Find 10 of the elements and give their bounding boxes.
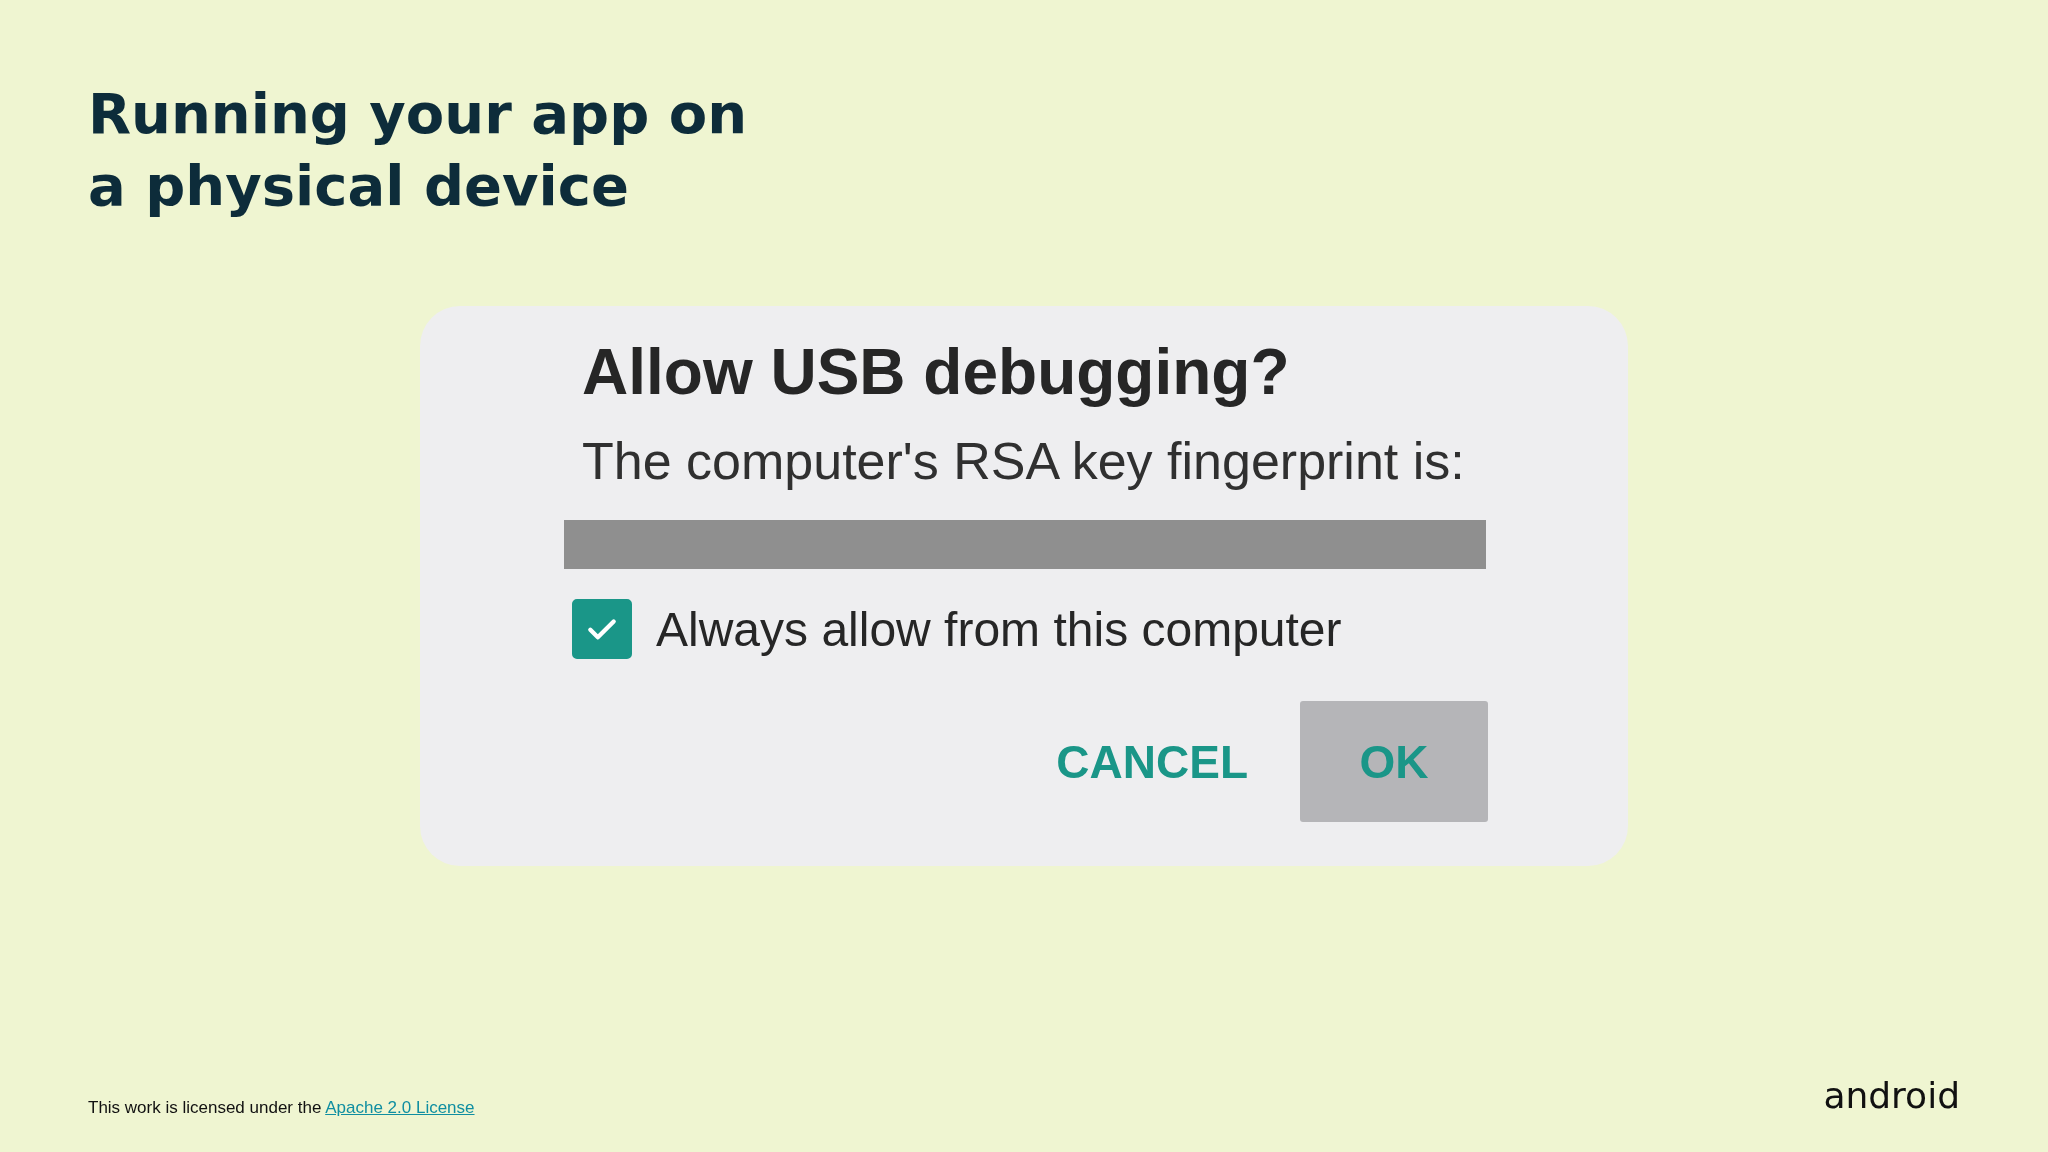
ok-button[interactable]: OK: [1300, 701, 1488, 822]
dialog-title: Allow USB debugging?: [582, 335, 1291, 410]
license-notice: This work is licensed under the Apache 2.0 License: [88, 1098, 475, 1118]
dialog-message: The computer's RSA key fingerprint is:: [582, 431, 1466, 492]
slide-title: Running your app on a physical device: [88, 80, 749, 220]
license-link[interactable]: Apache 2.0 License: [325, 1098, 475, 1117]
android-logo: android: [1823, 1075, 1960, 1116]
checkbox-label: Always allow from this computer: [656, 601, 1342, 657]
checkbox[interactable]: [572, 599, 632, 659]
cancel-button[interactable]: CANCEL: [1056, 734, 1248, 789]
